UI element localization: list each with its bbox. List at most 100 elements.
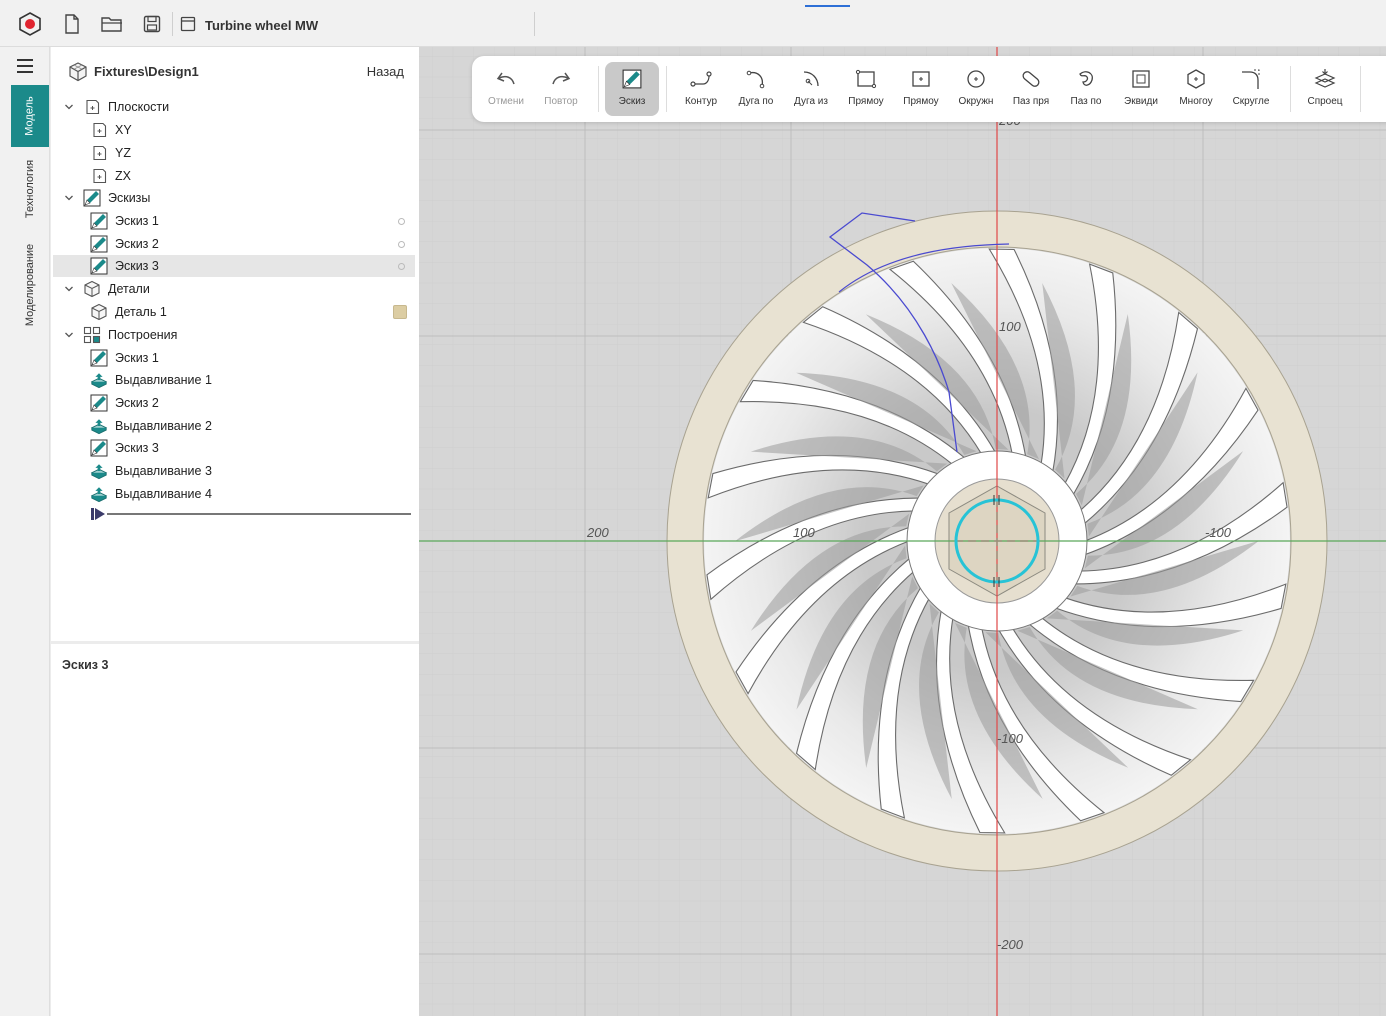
tab-simulation[interactable]: Моделирование — [11, 233, 49, 337]
tree-item-sketch-2[interactable]: Эскиз 2 — [53, 233, 415, 255]
sketch-icon — [619, 66, 645, 92]
project-icon — [1312, 66, 1338, 92]
redo-button[interactable]: Повтор — [534, 62, 588, 116]
tree-item-plane-zx[interactable]: ZX — [53, 165, 415, 187]
plane-icon — [90, 167, 108, 185]
tree-group-operations[interactable]: Построения — [53, 324, 415, 346]
slot-arc-button[interactable]: Паз по — [1059, 62, 1113, 116]
tree-header: Fixtures\Design1 Назад — [51, 47, 419, 97]
project-button[interactable]: Спроец — [1298, 62, 1352, 116]
more-tools-button[interactable]: О — [1364, 62, 1386, 116]
sketch-button[interactable]: Эскиз — [605, 62, 659, 116]
extrude-icon — [90, 417, 108, 435]
rectangle-center-icon — [908, 66, 934, 92]
assembly-icon — [67, 61, 89, 83]
tree-item-part-1[interactable]: Деталь 1 — [53, 301, 415, 323]
extrude-icon — [90, 371, 108, 389]
tree-group-planes[interactable]: Плоскости — [53, 96, 415, 118]
undo-icon — [493, 66, 519, 92]
tree-item-extrude-4[interactable]: Выдавливание 4 — [53, 483, 415, 505]
rectangle-icon — [853, 66, 879, 92]
chevron-down-icon[interactable] — [63, 283, 75, 295]
open-folder-icon[interactable] — [100, 12, 124, 36]
slot-straight-button[interactable]: Паз пря — [1004, 62, 1058, 116]
axis-label-x-100: 100 — [793, 525, 815, 540]
app-logo-icon[interactable] — [18, 12, 42, 36]
rectangle-button[interactable]: Прямоу — [839, 62, 893, 116]
design-title: Fixtures\Design1 — [94, 64, 199, 79]
part-icon — [83, 280, 101, 298]
circle-button[interactable]: Окружн — [949, 62, 1003, 116]
tree-item-op-sketch-2[interactable]: Эскиз 2 — [53, 392, 415, 414]
tree-item-plane-yz[interactable]: YZ — [53, 142, 415, 164]
turbine-wheel-model[interactable]: 100 200 -100 -200 100 200 -100 — [419, 47, 1386, 1016]
undo-button[interactable]: Отмени — [479, 62, 533, 116]
history-timeline-slider[interactable] — [91, 506, 413, 522]
plane-icon — [90, 144, 108, 162]
model-tree-panel: Fixtures\Design1 Назад Плоскости XY YZ Z… — [51, 47, 419, 641]
arc-center-button[interactable]: Дуга из — [784, 62, 838, 116]
back-button[interactable]: Назад — [367, 64, 404, 79]
tree-item-sketch-3[interactable]: Эскиз 3 — [53, 255, 415, 277]
sketch-toolbar: Отмени Повтор Эскиз Контур Дуга по Дуга … — [472, 56, 1386, 122]
chevron-down-icon[interactable] — [63, 101, 75, 113]
polygon-button[interactable]: Многоу — [1169, 62, 1223, 116]
chevron-down-icon[interactable] — [63, 329, 75, 341]
hamburger-menu-icon[interactable] — [13, 55, 37, 77]
fillet-icon — [1238, 66, 1264, 92]
cad-viewport[interactable]: 100 200 -100 -200 100 200 -100 — [419, 47, 1386, 1016]
properties-title: Эскиз 3 — [62, 658, 109, 672]
visibility-toggle[interactable] — [398, 217, 405, 225]
tab-technology[interactable]: Технология — [11, 151, 49, 227]
sketch-icon — [90, 394, 108, 412]
tree-item-op-sketch-1[interactable]: Эскиз 1 — [53, 347, 415, 369]
fillet-button[interactable]: Скругле — [1224, 62, 1278, 116]
slot-arc-icon — [1073, 66, 1099, 92]
arc-three-points-icon — [743, 66, 769, 92]
offset-icon — [1128, 66, 1154, 92]
slot-straight-icon — [1018, 66, 1044, 92]
plane-icon — [90, 121, 108, 139]
sketch-icon — [90, 212, 108, 230]
tree-group-parts[interactable]: Детали — [53, 278, 415, 300]
tree-item-sketch-1[interactable]: Эскиз 1 — [53, 210, 415, 232]
axis-label-y-neg-100: -100 — [997, 731, 1024, 746]
new-document-icon[interactable] — [60, 12, 84, 36]
redo-icon — [548, 66, 574, 92]
polygon-icon — [1183, 66, 1209, 92]
visibility-toggle[interactable] — [398, 262, 405, 270]
part-color-swatch[interactable] — [393, 305, 407, 319]
tree-item-op-sketch-3[interactable]: Эскиз 3 — [53, 437, 415, 459]
tree-item-extrude-1[interactable]: Выдавливание 1 — [53, 369, 415, 391]
axis-label-x-200: 200 — [586, 525, 609, 540]
title-bar: Turbine wheel MW — [0, 0, 1386, 47]
visibility-toggle[interactable] — [398, 240, 405, 248]
document-window-icon — [176, 12, 200, 36]
circle-icon — [963, 66, 989, 92]
active-tab-indicator — [805, 5, 850, 7]
operations-icon — [83, 326, 101, 344]
rectangle-center-button[interactable]: Прямоу — [894, 62, 948, 116]
save-icon[interactable] — [140, 12, 164, 36]
properties-panel: Эскиз 3 — [51, 642, 419, 1016]
arc-center-icon — [798, 66, 824, 92]
tree-item-plane-xy[interactable]: XY — [53, 119, 415, 141]
plane-icon — [83, 98, 101, 116]
axis-label-y-neg-200: -200 — [997, 937, 1024, 952]
tree-item-extrude-2[interactable]: Выдавливание 2 — [53, 415, 415, 437]
extrude-icon — [90, 485, 108, 503]
chevron-down-icon[interactable] — [63, 192, 75, 204]
sketch-icon — [90, 439, 108, 457]
tree-group-sketches[interactable]: Эскизы — [53, 187, 415, 209]
arc-three-points-button[interactable]: Дуга по — [729, 62, 783, 116]
document-title[interactable]: Turbine wheel MW — [205, 18, 318, 33]
offset-button[interactable]: Эквиди — [1114, 62, 1168, 116]
sketch-icon — [90, 349, 108, 367]
sketch-icon — [90, 235, 108, 253]
part-icon — [90, 303, 108, 321]
tab-model[interactable]: Модель — [11, 85, 49, 147]
sketch-icon — [83, 189, 101, 207]
contour-button[interactable]: Контур — [674, 62, 728, 116]
tree-item-extrude-3[interactable]: Выдавливание 3 — [53, 460, 415, 482]
more-icon — [1378, 66, 1386, 92]
